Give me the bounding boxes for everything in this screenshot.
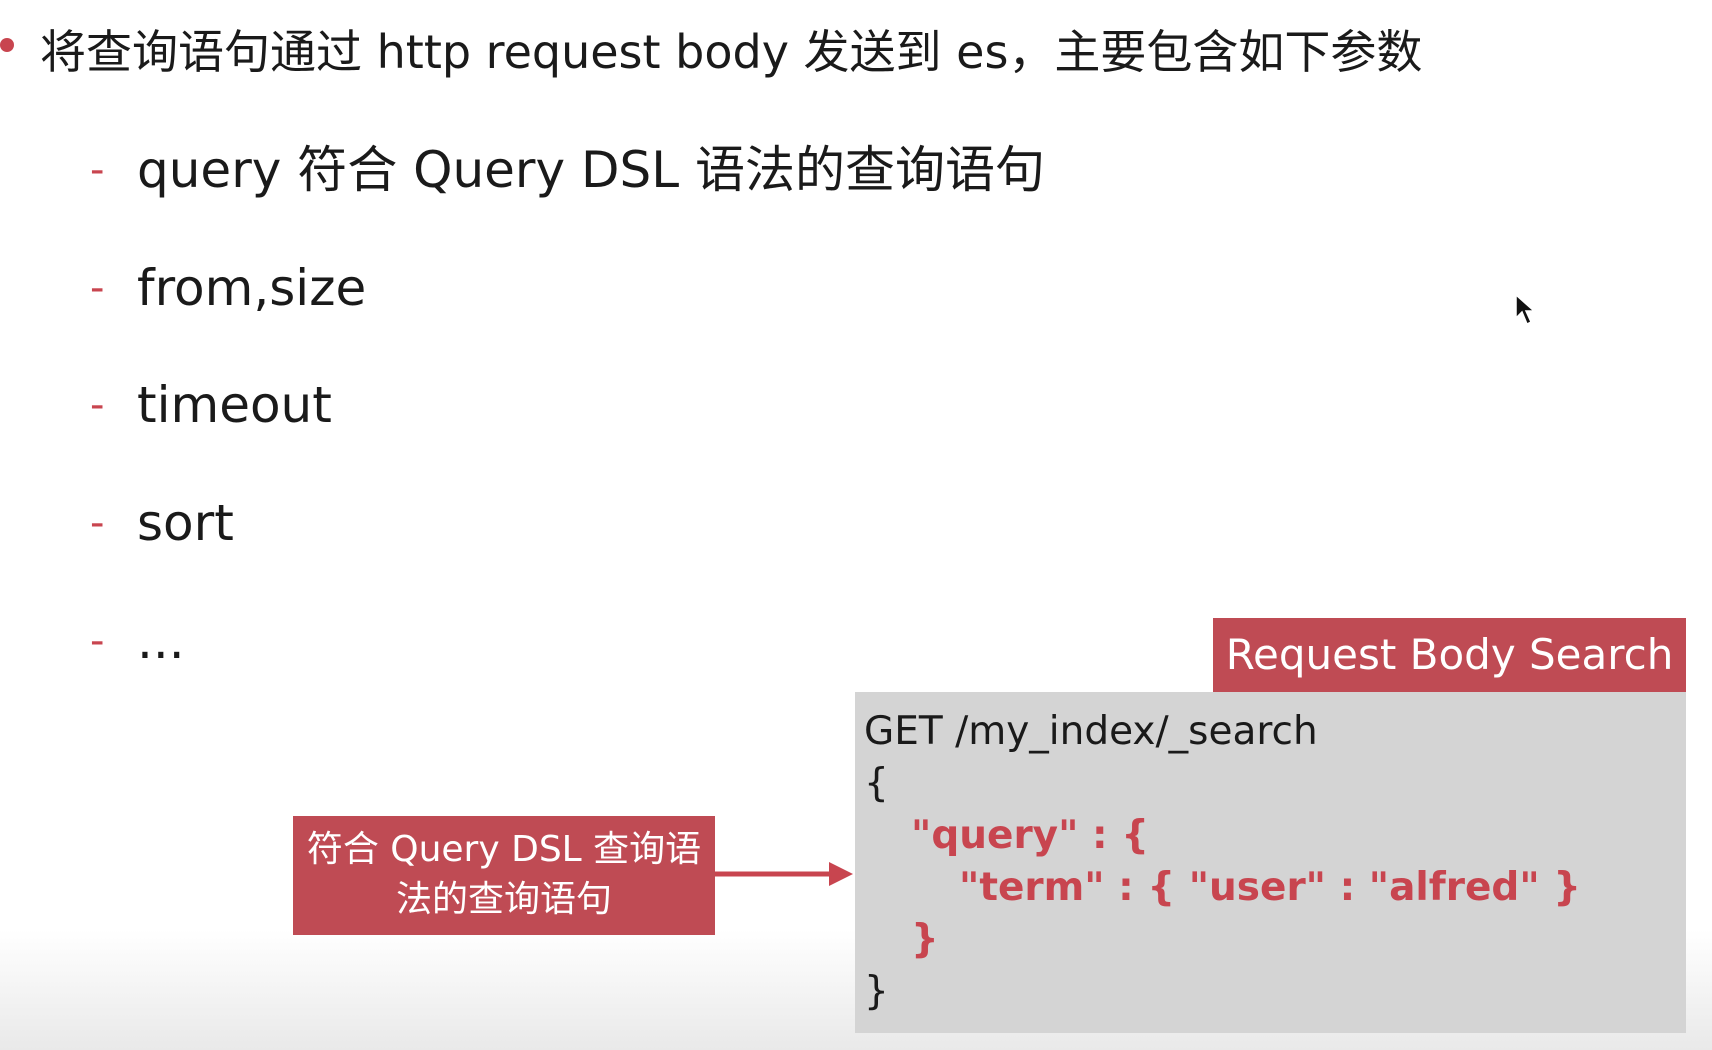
dash-marker: - xyxy=(90,500,105,546)
list-item-text: query 符合 Query DSL 语法的查询语句 xyxy=(137,141,1045,199)
term-key: "term" xyxy=(959,865,1105,910)
list-item-text: ... xyxy=(137,612,185,670)
list-item-text: timeout xyxy=(137,376,332,434)
query-key: "query" xyxy=(911,813,1079,858)
term-close: } xyxy=(1539,865,1582,910)
user-key: "user" xyxy=(1188,865,1327,910)
code-line-request: GET /my_index/_search xyxy=(864,709,1318,754)
dash-marker: - xyxy=(90,382,105,428)
query-separator: : { xyxy=(1078,813,1149,858)
callout-line-2: 法的查询语句 xyxy=(395,879,612,920)
bullet-icon xyxy=(0,38,14,52)
arrow-right-icon xyxy=(715,862,853,886)
code-line-close-brace: } xyxy=(864,969,889,1014)
user-value: "alfred" xyxy=(1368,865,1540,910)
dash-marker: - xyxy=(90,147,105,193)
term-separator: : { xyxy=(1104,865,1189,910)
user-separator: : xyxy=(1326,865,1369,910)
callout-line-1: 符合 Query DSL 查询语 xyxy=(306,829,702,870)
list-item-text: sort xyxy=(137,494,234,552)
code-line-query-close: } xyxy=(911,917,939,962)
example-header: Request Body Search xyxy=(1213,618,1686,692)
code-line-open-brace: { xyxy=(864,761,889,806)
list-item-text: from,size xyxy=(137,259,367,317)
dash-marker: - xyxy=(90,265,105,311)
code-line-query: "query" : { xyxy=(911,810,1149,862)
mouse-cursor-icon xyxy=(1515,294,1536,326)
code-block: GET /my_index/_search { "query" : { "ter… xyxy=(855,692,1686,1033)
code-line-term: "term" : { "user" : "alfred" } xyxy=(959,862,1581,914)
callout-box: 符合 Query DSL 查询语 法的查询语句 xyxy=(293,816,715,935)
main-point-text: 将查询语句通过 http request body 发送到 es，主要包含如下参… xyxy=(40,25,1423,79)
dash-marker: - xyxy=(90,618,105,664)
